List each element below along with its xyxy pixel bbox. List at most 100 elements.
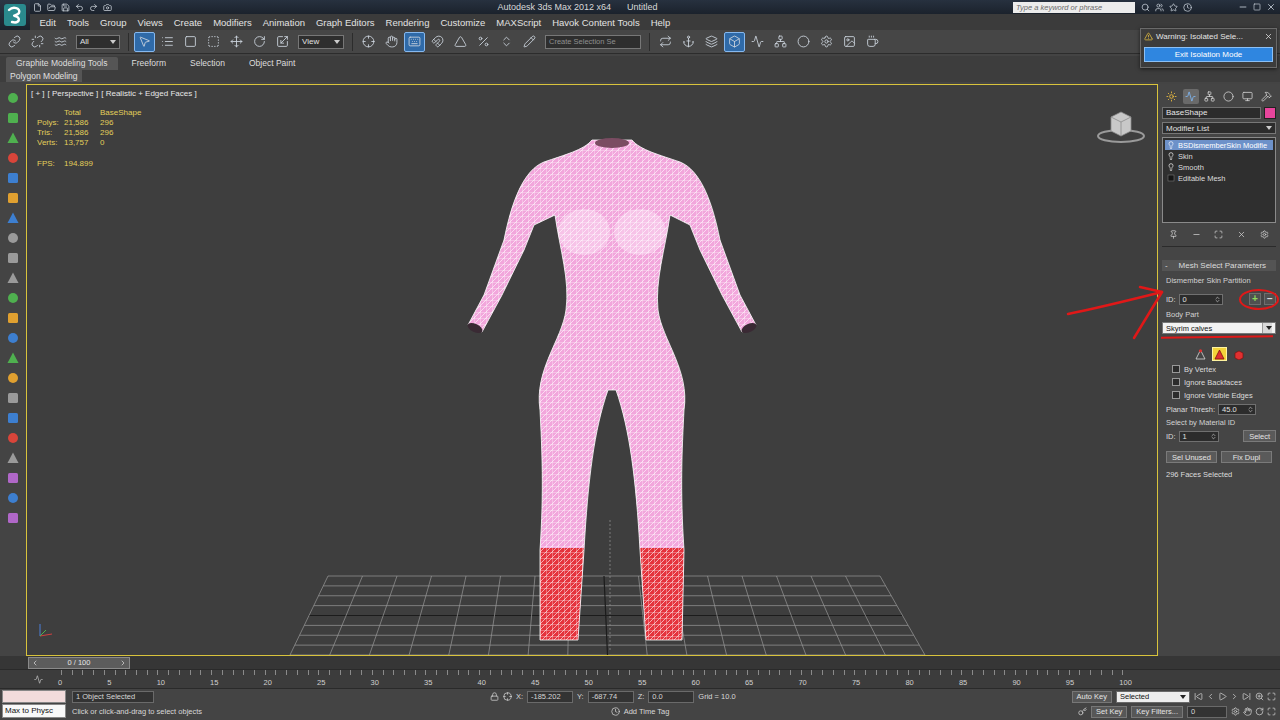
tool-icon[interactable]: [5, 270, 21, 286]
ribbon-tab[interactable]: Selection: [180, 57, 235, 70]
ribbon-tab[interactable]: Graphite Modeling Tools: [6, 57, 118, 70]
ribbon-tab[interactable]: Freeform: [122, 57, 176, 70]
favorites-icon[interactable]: [1169, 3, 1178, 12]
toolbar-button[interactable]: [272, 32, 293, 52]
menu-item[interactable]: Edit: [34, 17, 61, 28]
viewcube-icon[interactable]: [1095, 107, 1147, 145]
frame-ruler[interactable]: 0510152025303540455055606570758085909510…: [58, 670, 1132, 688]
sub-object-mode-button[interactable]: [1193, 347, 1208, 361]
perspective-viewport[interactable]: [ + ][ Perspective ][ Realistic + Edged …: [26, 84, 1158, 656]
add-time-tag[interactable]: Add Time Tag: [624, 707, 670, 716]
new-file-icon[interactable]: [33, 3, 42, 12]
tool-icon[interactable]: [5, 190, 21, 206]
menu-item[interactable]: MAXScript: [491, 17, 547, 28]
toolbar-button[interactable]: [678, 32, 699, 52]
planar-thresh-spinner[interactable]: 45.0: [1218, 404, 1256, 415]
partition-id-spinner[interactable]: 0: [1179, 294, 1223, 305]
key-mode-dropdown[interactable]: Selected: [1116, 691, 1190, 703]
transform-mode-icon[interactable]: [503, 692, 512, 701]
toolbar-button[interactable]: [249, 32, 270, 52]
tool-icon[interactable]: [5, 290, 21, 306]
toolbar-button[interactable]: [358, 32, 379, 52]
stack-item[interactable]: Smooth: [1165, 162, 1273, 172]
modifier-list-dropdown[interactable]: Modifier List: [1162, 122, 1276, 134]
toolbar-button[interactable]: [4, 32, 25, 52]
time-slider-thumb[interactable]: 0 / 100: [28, 657, 130, 669]
tool-icon[interactable]: [5, 430, 21, 446]
named-selection-field[interactable]: Create Selection Se: [545, 35, 641, 49]
scene-canvas[interactable]: [27, 85, 1157, 655]
minimize-icon[interactable]: [1238, 2, 1248, 12]
menu-item[interactable]: Animation: [257, 17, 310, 28]
toolbar-button[interactable]: [427, 32, 448, 52]
undo-icon[interactable]: [75, 3, 84, 12]
project-folder-icon[interactable]: [103, 3, 112, 12]
spinner-arrows-icon[interactable]: [1210, 433, 1217, 440]
panel-tab[interactable]: [1164, 89, 1180, 104]
modifier-toggle-icon[interactable]: [1167, 163, 1175, 171]
app-logo-icon[interactable]: [3, 3, 27, 27]
tool-icon[interactable]: [5, 170, 21, 186]
tool-icon[interactable]: [5, 470, 21, 486]
time-tag-icon[interactable]: [611, 707, 620, 716]
toolbar-button[interactable]: [747, 32, 768, 52]
exit-isolation-button[interactable]: Exit Isolation Mode: [1144, 47, 1273, 62]
option-checkbox[interactable]: By Vertex: [1162, 364, 1276, 374]
orbit-icon[interactable]: [1255, 707, 1264, 716]
menu-item[interactable]: Group: [95, 17, 132, 28]
pan-icon[interactable]: [1243, 707, 1252, 716]
remove-partition-button[interactable]: −: [1264, 293, 1276, 305]
reference-coord-dropdown[interactable]: View: [298, 35, 344, 49]
toolbar-button[interactable]: [473, 32, 494, 52]
option-checkbox[interactable]: Ignore Visible Edges: [1162, 390, 1276, 400]
menu-item[interactable]: Graph Editors: [310, 17, 380, 28]
panel-tab[interactable]: [1221, 89, 1237, 104]
close-icon[interactable]: [1266, 2, 1276, 12]
body-part-dropdown[interactable]: Skyrim calves: [1162, 322, 1276, 334]
maximize-icon[interactable]: [1253, 3, 1261, 11]
previous-key-icon[interactable]: [1206, 692, 1215, 701]
tool-icon[interactable]: [5, 210, 21, 226]
toolbar-button[interactable]: [203, 32, 224, 52]
menu-item[interactable]: Help: [645, 17, 676, 28]
subscription-icon[interactable]: [1155, 3, 1164, 12]
zoom-icon[interactable]: [1255, 692, 1264, 701]
object-name-field[interactable]: BaseShape: [1162, 107, 1261, 119]
modifier-toggle-icon[interactable]: [1167, 152, 1175, 160]
toolbar-button[interactable]: [496, 32, 517, 52]
previous-frame-icon[interactable]: [31, 659, 39, 667]
menu-item[interactable]: Havok Content Tools: [547, 17, 646, 28]
body-mesh[interactable]: [440, 130, 780, 650]
toolbar-button[interactable]: [519, 32, 540, 52]
make-unique-icon[interactable]: [1214, 230, 1223, 239]
tool-icon[interactable]: [5, 450, 21, 466]
time-configuration-icon[interactable]: [1231, 707, 1240, 716]
tool-icon[interactable]: [5, 490, 21, 506]
viewport-label[interactable]: [ + ][ Perspective ][ Realistic + Edged …: [31, 89, 1157, 98]
toolbar-button[interactable]: [50, 32, 71, 52]
menu-item[interactable]: Tools: [61, 17, 94, 28]
search-icon[interactable]: [1141, 3, 1150, 12]
search-field[interactable]: Type a keyword or phrase: [1013, 2, 1135, 13]
ribbon-panel-label[interactable]: Polygon Modeling: [6, 70, 82, 82]
tool-icon[interactable]: [5, 310, 21, 326]
play-icon[interactable]: [1218, 692, 1227, 701]
material-id-spinner[interactable]: 1: [1179, 431, 1219, 442]
tool-icon[interactable]: [5, 230, 21, 246]
tool-icon[interactable]: [5, 250, 21, 266]
open-file-icon[interactable]: [47, 3, 56, 12]
selection-lock-icon[interactable]: [490, 692, 499, 701]
menu-item[interactable]: Views: [132, 17, 168, 28]
close-dialog-icon[interactable]: [1264, 32, 1273, 41]
toolbar-button[interactable]: [862, 32, 883, 52]
redo-icon[interactable]: [89, 3, 98, 12]
toolbar-button[interactable]: [839, 32, 860, 52]
set-key-button[interactable]: Set Key: [1091, 706, 1127, 718]
menu-item[interactable]: Rendering: [380, 17, 435, 28]
panel-button[interactable]: Fix Dupl: [1221, 451, 1272, 463]
tool-icon[interactable]: [5, 110, 21, 126]
sub-object-mode-button[interactable]: [1231, 347, 1246, 361]
toolbar-button[interactable]: [404, 32, 425, 52]
menu-item[interactable]: Modifiers: [208, 17, 258, 28]
remove-modifier-icon[interactable]: [1237, 230, 1246, 239]
